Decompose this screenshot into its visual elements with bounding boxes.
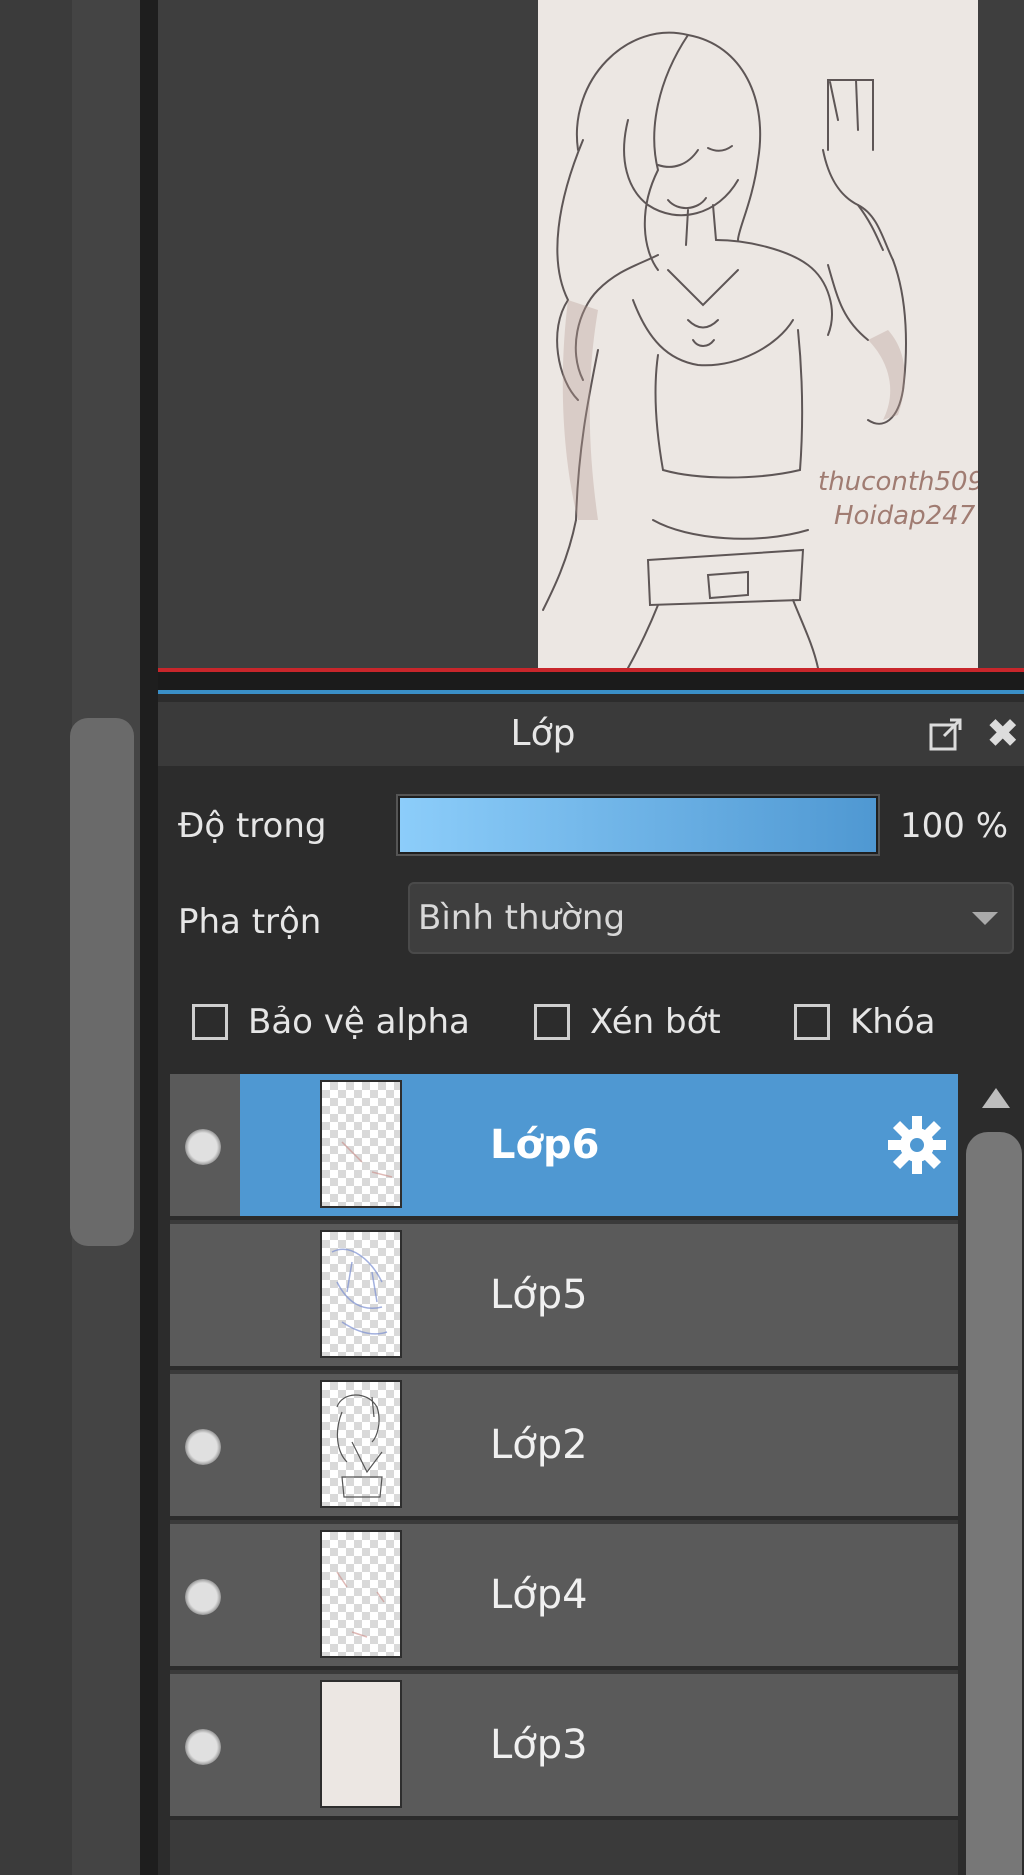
checkbox-box[interactable] xyxy=(794,1004,830,1040)
layer-name: Lớp3 xyxy=(490,1722,588,1768)
checkbox-box[interactable] xyxy=(534,1004,570,1040)
blend-mode-select[interactable]: Bình thường xyxy=(408,882,1014,954)
panel-splitter[interactable] xyxy=(158,672,1024,692)
blend-mode-label: Pha trộn xyxy=(178,902,322,942)
gear-icon[interactable] xyxy=(886,1114,948,1176)
visibility-icon[interactable] xyxy=(185,1429,221,1465)
panel-title: Lớp xyxy=(510,713,576,754)
chevron-down-icon xyxy=(972,912,998,925)
signature-line-1: thuconth509 xyxy=(818,467,978,497)
checkbox-box[interactable] xyxy=(192,1004,228,1040)
protect-alpha-label: Bảo vệ alpha xyxy=(248,1002,470,1042)
layers-panel: Lớp ✖ Độ trong 100 % Pha trộn Bình thườn… xyxy=(158,694,1024,1875)
opacity-label: Độ trong xyxy=(178,806,327,846)
panel-header: Lớp ✖ xyxy=(158,702,1024,766)
opacity-value: 100 % xyxy=(900,806,1009,846)
close-icon[interactable]: ✖ xyxy=(986,712,1020,756)
layer-thumbnail xyxy=(320,1530,402,1658)
popout-icon[interactable] xyxy=(928,716,964,752)
layer-name: Lớp2 xyxy=(490,1422,588,1468)
layer-row-lop5[interactable]: Lớp5 xyxy=(170,1224,958,1370)
layer-thumbnail xyxy=(320,1080,402,1208)
layer-list-scrollbar-thumb[interactable] xyxy=(966,1132,1022,1875)
clipping-checkbox[interactable]: Xén bớt xyxy=(534,1000,721,1044)
layer-thumbnail xyxy=(320,1230,402,1358)
layer-thumbnail xyxy=(320,1680,402,1808)
layer-row-lop6[interactable]: Lớp6 xyxy=(170,1074,958,1220)
layer-row-lop3[interactable]: Lớp3 xyxy=(170,1674,958,1820)
signature-line-2: Hoidap247 xyxy=(834,501,976,531)
opacity-slider-fill xyxy=(400,798,876,852)
layer-thumbnail xyxy=(320,1380,402,1508)
scroll-up-icon[interactable] xyxy=(982,1088,1010,1108)
layer-list: Lớp6 Lớp5 Lớp2 Lớp4 Lớp3 xyxy=(170,1074,958,1875)
canvas-area[interactable]: thuconth509 Hoidap247 xyxy=(158,0,1024,668)
layer-name: Lớp6 xyxy=(490,1122,600,1168)
panel-gutter xyxy=(140,0,160,1875)
visibility-icon[interactable] xyxy=(185,1729,221,1765)
visibility-icon[interactable] xyxy=(185,1579,221,1615)
layer-list-scrollbar[interactable] xyxy=(964,1074,1024,1875)
left-toolbar-strip xyxy=(0,0,72,1875)
lock-checkbox[interactable]: Khóa xyxy=(794,1000,935,1044)
left-scrollbar-thumb[interactable] xyxy=(70,718,134,1246)
protect-alpha-checkbox[interactable]: Bảo vệ alpha xyxy=(192,1000,470,1044)
layer-name: Lớp4 xyxy=(490,1572,588,1618)
clipping-label: Xén bớt xyxy=(590,1002,721,1042)
layer-row-lop4[interactable]: Lớp4 xyxy=(170,1524,958,1670)
canvas-paper[interactable]: thuconth509 Hoidap247 xyxy=(538,0,978,668)
layer-name: Lớp5 xyxy=(490,1272,588,1318)
layer-row-lop2[interactable]: Lớp2 xyxy=(170,1374,958,1520)
opacity-slider[interactable] xyxy=(396,794,880,856)
visibility-icon[interactable] xyxy=(185,1129,221,1165)
sketch-drawing: thuconth509 Hoidap247 xyxy=(542,31,978,668)
blend-mode-value: Bình thường xyxy=(418,898,626,938)
lock-label: Khóa xyxy=(850,1002,936,1042)
